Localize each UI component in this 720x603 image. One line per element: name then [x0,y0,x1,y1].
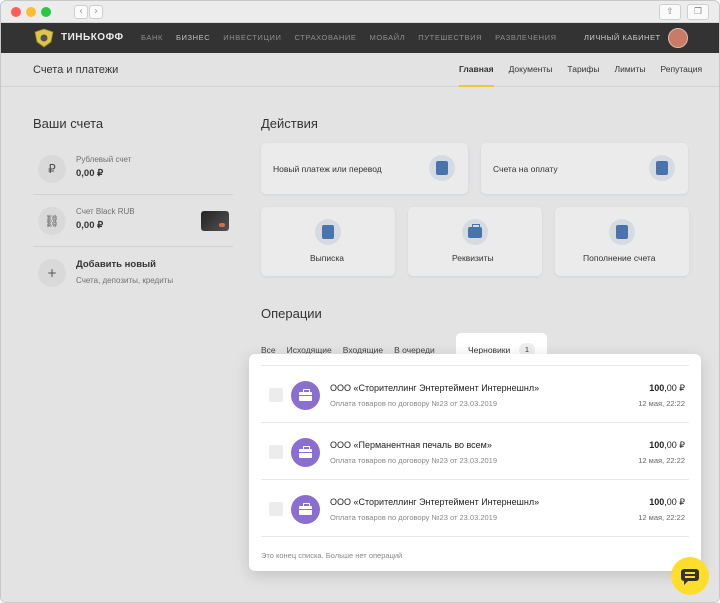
end-of-list-text: Это конец списка. Больше нет операций [261,551,403,560]
row-checkbox[interactable] [269,445,283,459]
operation-amount: 100,00 ₽ [649,383,685,393]
operation-date: 12 мая, 22:22 [638,513,685,522]
minimize-window-button[interactable] [26,7,36,17]
chat-icon [681,569,699,585]
tabs-icon[interactable]: ❐ [687,4,709,20]
briefcase-icon [291,495,320,524]
operation-description: Оплата товаров по договору №23 от 23.03.… [330,399,498,408]
browser-window: ‹ › ⇧ ❐ ТИНЬКОФФ БАНК БИЗНЕС ИНВЕСТИЦИИ … [0,0,720,603]
close-window-button[interactable] [11,7,21,17]
browser-chrome: ‹ › ⇧ ❐ [1,1,719,23]
operation-date: 12 мая, 22:22 [638,399,685,408]
operation-title: ООО «Сторителлинг Энтертеймент Интернешн… [330,497,540,507]
back-icon[interactable]: ‹ [74,5,88,19]
maximize-window-button[interactable] [41,7,51,17]
operation-description: Оплата товаров по договору №23 от 23.03.… [330,456,498,465]
row-checkbox[interactable] [269,502,283,516]
briefcase-icon [291,438,320,467]
forward-icon[interactable]: › [89,5,103,19]
chat-button[interactable] [671,557,709,595]
row-checkbox[interactable] [269,388,283,402]
operation-title: ООО «Перманентная печаль во всем» [330,440,492,450]
operation-row[interactable]: ООО «Перманентная печаль во всем» Оплата… [249,423,701,480]
drafts-panel: ООО «Сторителлинг Энтертеймент Интернешн… [249,354,701,571]
operation-amount: 100,00 ₽ [649,440,685,450]
operation-date: 12 мая, 22:22 [638,456,685,465]
divider [261,536,689,537]
operation-title: ООО «Сторителлинг Энтертеймент Интернешн… [330,383,540,393]
operation-row[interactable]: ООО «Сторителлинг Энтертеймент Интернешн… [249,366,701,423]
briefcase-icon [291,381,320,410]
operation-amount: 100,00 ₽ [649,497,685,507]
operation-description: Оплата товаров по договору №23 от 23.03.… [330,513,498,522]
share-icon[interactable]: ⇧ [659,4,681,20]
operation-row[interactable]: ООО «Сторителлинг Энтертеймент Интернешн… [249,480,701,537]
